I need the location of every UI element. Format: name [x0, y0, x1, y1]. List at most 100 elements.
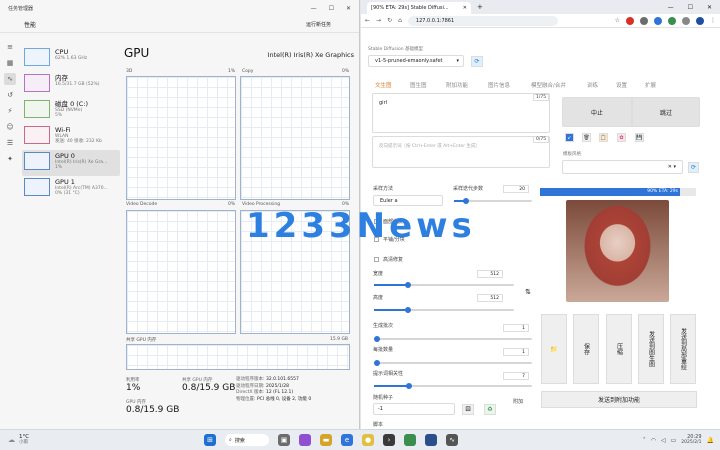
close-icon[interactable]: ✕ [346, 5, 351, 12]
processes-icon[interactable]: ▦ [4, 57, 16, 69]
send-to-inpaint-button[interactable]: 发送到局部重绘 [670, 314, 696, 384]
app-icon[interactable] [425, 434, 437, 446]
apply-style-button[interactable]: ↙ [565, 133, 574, 142]
menu-icon[interactable]: ≡ [4, 41, 16, 53]
forward-icon[interactable]: → [376, 17, 381, 24]
tab-settings[interactable]: 设置 [616, 81, 627, 89]
star-icon[interactable]: ☆ [615, 17, 620, 24]
app-icon[interactable] [404, 434, 416, 446]
startup-icon[interactable]: ⚡ [4, 105, 16, 117]
app-icon[interactable] [299, 434, 311, 446]
tab-extensions[interactable]: 扩展 [645, 81, 656, 89]
sampler-select[interactable]: Euler a [373, 195, 443, 206]
performance-icon[interactable]: ∿ [4, 73, 16, 85]
width-slider-knob[interactable] [404, 282, 411, 288]
zip-button[interactable]: 压缩 [606, 314, 632, 384]
batch-count-slider[interactable] [374, 336, 532, 342]
battery-icon[interactable]: ▭ [671, 437, 677, 444]
maximize-icon[interactable]: ☐ [688, 4, 693, 11]
tab-pnginfo[interactable]: 图片信息 [488, 81, 510, 89]
url-field[interactable]: 127.0.0.1:7861 [407, 15, 558, 26]
perf-item-wifi[interactable]: Wi-Fi WLAN 发送: 40 接收: 232 Kb [22, 124, 120, 150]
cfg-slider[interactable] [374, 383, 532, 389]
perf-item-gpu1[interactable]: GPU 1 Intel(R) Arc(TM) A370... 0% (31 °C) [22, 176, 120, 202]
save-button[interactable]: 保存 [573, 314, 599, 384]
generated-image-preview[interactable] [566, 200, 669, 302]
extensions-icon[interactable] [682, 16, 690, 25]
chrome-icon[interactable]: ● [362, 434, 374, 446]
terminal-icon[interactable]: › [383, 434, 395, 446]
task-view-icon[interactable]: ▣ [278, 434, 290, 446]
perf-item-memory[interactable]: 内存 16.5/31.7 GB (52%) [22, 72, 120, 98]
weather-condition[interactable]: 小雨 [19, 440, 29, 446]
new-tab-icon[interactable]: + [477, 3, 483, 11]
height-slider[interactable] [374, 307, 514, 313]
negative-prompt-textarea[interactable]: 反向提示词（按 Ctrl+Enter 或 Alt+Enter 生成） [372, 136, 550, 168]
save-style-icon[interactable]: 💾 [635, 133, 644, 142]
steps-slider-knob[interactable] [462, 198, 469, 204]
model-select[interactable]: v1-5-pruned-emaonly.safet ▾ [368, 55, 464, 67]
clear-icon[interactable]: ✕ ▾ [668, 164, 676, 170]
tab-merge[interactable]: 模型融合/合并 [531, 81, 566, 89]
skip-button[interactable]: 跳过 [632, 97, 700, 127]
tab-extras[interactable]: 附加功能 [446, 81, 468, 89]
more-icon[interactable]: ⋮ [710, 17, 716, 24]
clipboard-icon[interactable]: 📋 [599, 133, 608, 142]
width-slider[interactable] [374, 282, 514, 288]
extension-icon[interactable] [626, 16, 634, 25]
profile-avatar[interactable] [696, 16, 704, 25]
perf-item-cpu[interactable]: CPU 62% 1.63 GHz [22, 46, 120, 72]
start-icon[interactable]: ⊞ [204, 434, 216, 446]
batch-count-slider-knob[interactable] [374, 336, 380, 342]
steps-input[interactable]: 20 [503, 185, 529, 193]
chevron-up-icon[interactable]: ˄ [643, 437, 646, 444]
file-explorer-icon[interactable]: ▬ [320, 434, 332, 446]
swap-dimensions-icon[interactable]: ⇅ [522, 286, 534, 298]
extension-icon[interactable] [668, 16, 676, 25]
tab-close-icon[interactable]: ✕ [463, 5, 467, 11]
tab-txt2img[interactable]: 文生图 [375, 81, 392, 89]
extra-networks-icon[interactable]: ✿ [617, 133, 626, 142]
batch-size-input[interactable]: 1 [503, 348, 529, 356]
tab-train[interactable]: 训练 [587, 81, 598, 89]
back-icon[interactable]: ← [365, 17, 370, 24]
steps-slider[interactable] [454, 198, 532, 204]
cfg-slider-knob[interactable] [405, 383, 412, 389]
batch-size-slider-knob[interactable] [374, 360, 380, 366]
send-to-extras-button[interactable]: 发送到附加功能 [541, 391, 697, 408]
minimize-icon[interactable]: — [668, 4, 674, 11]
extension-icon[interactable] [654, 16, 662, 25]
run-task-button[interactable]: 运行新任务 [306, 21, 331, 28]
extra-checkbox-label[interactable]: 附加 [513, 398, 523, 405]
notification-icon[interactable]: 🔔 [707, 437, 714, 444]
wifi-icon[interactable]: ◠ [651, 437, 656, 444]
height-slider-knob[interactable] [404, 307, 411, 313]
clock[interactable]: 20:29 2025/2/1 [681, 434, 701, 446]
styles-select[interactable]: ✕ ▾ [562, 160, 683, 174]
volume-icon[interactable]: ◁ [661, 437, 666, 444]
users-icon[interactable]: ☺ [4, 121, 16, 133]
batch-size-slider[interactable] [374, 360, 532, 366]
dice-icon[interactable]: ⚄ [462, 404, 474, 415]
home-icon[interactable]: ⌂ [398, 17, 402, 24]
interrupt-button[interactable]: 中止 [562, 97, 632, 127]
perf-item-gpu0[interactable]: GPU 0 Intel(R) Iris(R) Xe Gra... 1% [22, 150, 120, 176]
open-folder-button[interactable]: 📁 [541, 314, 567, 384]
browser-tab[interactable]: [90% ETA: 29s] Stable Diffusi... ✕ [367, 2, 471, 14]
seed-input[interactable]: -1 [373, 403, 455, 415]
extension-icon[interactable] [640, 16, 648, 25]
recycle-icon[interactable]: ♻ [484, 404, 496, 415]
services-icon[interactable]: ✦ [4, 153, 16, 165]
trash-icon[interactable]: 🗑 [582, 133, 591, 142]
tab-img2img[interactable]: 图生图 [410, 81, 427, 89]
maximize-icon[interactable]: ☐ [329, 5, 334, 12]
height-input[interactable]: 512 [477, 294, 503, 302]
history-icon[interactable]: ↺ [4, 89, 16, 101]
batch-count-input[interactable]: 1 [503, 324, 529, 332]
refresh-styles-button[interactable]: ⟳ [688, 162, 699, 173]
refresh-model-button[interactable]: ⟳ [471, 56, 483, 67]
hires-checkbox[interactable] [374, 257, 379, 262]
cfg-input[interactable]: 7 [503, 372, 529, 380]
prompt-textarea[interactable]: girl [372, 93, 550, 133]
reload-icon[interactable]: ↻ [387, 17, 392, 24]
